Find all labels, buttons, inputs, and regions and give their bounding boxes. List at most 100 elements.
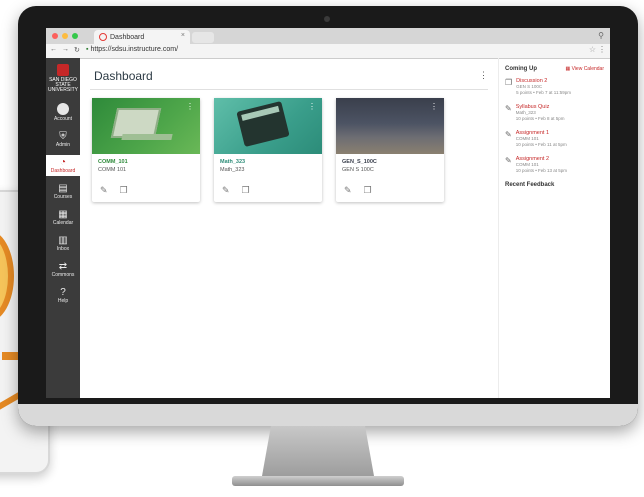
item-detail: 10 points • Feb 11 at 5pm — [515, 142, 567, 147]
global-nav: SAN DIEGO STATE UNIVERSITY Account ⛨ Adm… — [46, 58, 80, 398]
card-action-icons: ✎ ❐ — [100, 185, 128, 196]
course-card[interactable]: ⋮ COMM_101 COMM 101 ✎ ❐ — [92, 98, 200, 202]
nav-label: Calendar — [52, 220, 74, 226]
nav-item-admin[interactable]: ⛨ Admin — [46, 129, 80, 150]
coming-up-item[interactable]: ✎ Syllabus Quiz Math_323 10 points • Feb… — [505, 104, 604, 122]
close-window-button[interactable] — [52, 33, 58, 39]
card-action-icons: ✎ ❐ — [222, 185, 250, 196]
discussions-icon[interactable]: ❐ — [120, 185, 128, 196]
course-name: Math_323 — [220, 167, 245, 173]
nav-label: Courses — [53, 194, 73, 200]
monitor-stand — [262, 426, 374, 476]
book-icon: ▤ — [58, 183, 68, 194]
course-cards: ⋮ COMM_101 COMM 101 ✎ ❐ ⋮ Math_323 Math_… — [92, 98, 488, 202]
course-name: GEN S 100C — [342, 167, 374, 173]
course-code[interactable]: GEN_S_100C — [342, 159, 444, 165]
assignment-icon: ✎ — [505, 156, 512, 165]
card-options-icon[interactable]: ⋮ — [430, 102, 438, 111]
browser-tab[interactable]: Dashboard × — [94, 30, 190, 44]
nav-buttons: ← → ↻ — [50, 46, 80, 54]
discussions-icon[interactable]: ❐ — [242, 185, 250, 196]
assignments-icon[interactable]: ✎ — [222, 185, 230, 196]
dashboard-main: Dashboard ⋮ ⋮ COMM_101 COMM 101 ✎ ❐ ⋮ Ma… — [80, 58, 498, 398]
view-calendar-link[interactable]: ▦ View Calendar — [565, 66, 604, 72]
page-title: Dashboard — [94, 69, 153, 83]
monitor-chin — [18, 404, 638, 426]
tab-title: Dashboard — [110, 33, 145, 41]
quiz-icon: ✎ — [505, 104, 512, 113]
nav-item-account[interactable]: Account — [46, 101, 80, 124]
address-bar: ← → ↻ ▪ https://sdsu.instructure.com/ ☆ ⋮ — [46, 44, 610, 59]
nav-label: Admin — [55, 142, 71, 148]
reload-icon[interactable]: ↻ — [74, 46, 80, 54]
nav-item-inbox[interactable]: ▥ Inbox — [46, 233, 80, 254]
camera — [324, 16, 330, 22]
phone-graphic-ring — [0, 230, 14, 322]
card-options-icon[interactable]: ⋮ — [186, 102, 194, 111]
recent-feedback-heading: Recent Feedback — [505, 182, 555, 188]
course-card[interactable]: ⋮ GEN_S_100C GEN S 100C ✎ ❐ — [336, 98, 444, 202]
nav-item-commons[interactable]: ⇄ Commons — [46, 259, 80, 280]
url-text: https://sdsu.instructure.com/ — [90, 46, 179, 53]
course-card[interactable]: ⋮ Math_323 Math_323 ✎ ❐ — [214, 98, 322, 202]
nav-label: Inbox — [56, 246, 70, 252]
discussion-icon: ❐ — [505, 78, 513, 87]
coming-up-item[interactable]: ✎ Assignment 2 COMM 101 10 points • Feb … — [505, 156, 604, 174]
bookmark-star-icon[interactable]: ☆ — [589, 45, 596, 54]
dashboard-options-icon[interactable]: ⋮ — [479, 70, 488, 81]
screen: Dashboard × ⚲ ← → ↻ ▪ https://sdsu.instru… — [46, 28, 610, 398]
dashboard-icon: ◔ — [59, 157, 67, 168]
coming-up-item[interactable]: ❐ Discussion 2 GEN S 100C 5 points • Feb… — [505, 78, 604, 96]
course-card-image[interactable]: ⋮ — [92, 98, 200, 154]
course-code[interactable]: COMM_101 — [98, 159, 200, 165]
browser-menu-icon[interactable]: ⋮ — [598, 45, 606, 54]
course-card-image[interactable]: ⋮ — [214, 98, 322, 154]
nav-label: Account — [53, 116, 73, 122]
minimize-window-button[interactable] — [62, 33, 68, 39]
profile-icon[interactable]: ⚲ — [598, 31, 604, 40]
avatar-icon — [57, 103, 69, 115]
coming-up-header: Coming Up ▦ View Calendar — [505, 66, 604, 72]
coming-up-item[interactable]: ✎ Assignment 1 COMM 101 10 points • Feb … — [505, 130, 604, 148]
nav-label: Dashboard — [50, 168, 76, 174]
university-logo[interactable]: SAN DIEGO STATE UNIVERSITY — [46, 64, 80, 93]
help-icon: ? — [60, 287, 66, 298]
item-detail: 5 points • Feb 7 at 11:59pm — [516, 90, 571, 95]
course-code[interactable]: Math_323 — [220, 159, 322, 165]
nav-item-calendar[interactable]: ▦ Calendar — [46, 207, 80, 228]
course-name: COMM 101 — [98, 167, 127, 173]
title-divider — [90, 89, 488, 90]
view-calendar-label: View Calendar — [571, 66, 604, 72]
canvas-favicon-icon — [99, 33, 107, 41]
assignments-icon[interactable]: ✎ — [344, 185, 352, 196]
back-icon[interactable]: ← — [50, 46, 57, 54]
nav-label: Commons — [51, 272, 75, 278]
calculator-graphic — [236, 100, 290, 148]
close-tab-icon[interactable]: × — [181, 32, 185, 39]
discussions-icon[interactable]: ❐ — [364, 185, 372, 196]
item-detail: 10 points • Feb 13 at 5pm — [515, 168, 568, 173]
laptop-base-graphic — [121, 134, 173, 140]
commons-icon: ⇄ — [58, 261, 68, 272]
shield-icon: ⛨ — [59, 131, 67, 142]
assignment-icon: ✎ — [505, 130, 512, 139]
card-action-icons: ✎ ❐ — [344, 185, 372, 196]
nav-item-help[interactable]: ? Help — [46, 285, 80, 306]
canvas-app: SAN DIEGO STATE UNIVERSITY Account ⛨ Adm… — [46, 58, 610, 398]
lock-icon: ▪ — [86, 46, 89, 53]
assignments-icon[interactable]: ✎ — [100, 185, 108, 196]
course-card-image[interactable]: ⋮ — [336, 98, 444, 154]
url-field[interactable]: ▪ https://sdsu.instructure.com/ — [86, 46, 178, 53]
maximize-window-button[interactable] — [72, 33, 78, 39]
forward-icon[interactable]: → — [62, 46, 69, 54]
logo-text: SAN DIEGO STATE UNIVERSITY — [47, 77, 78, 93]
nav-item-dashboard[interactable]: ◔ Dashboard — [46, 155, 80, 176]
monitor: Dashboard × ⚲ ← → ↻ ▪ https://sdsu.instru… — [18, 6, 638, 426]
calendar-icon: ▦ — [58, 209, 68, 220]
card-options-icon[interactable]: ⋮ — [308, 102, 316, 111]
new-tab-button[interactable] — [192, 32, 214, 43]
item-detail: 10 points • Feb 8 at 5pm — [515, 116, 565, 121]
nav-item-courses[interactable]: ▤ Courses — [46, 181, 80, 202]
monitor-base — [232, 476, 404, 486]
coming-up-title: Coming Up — [505, 66, 537, 72]
